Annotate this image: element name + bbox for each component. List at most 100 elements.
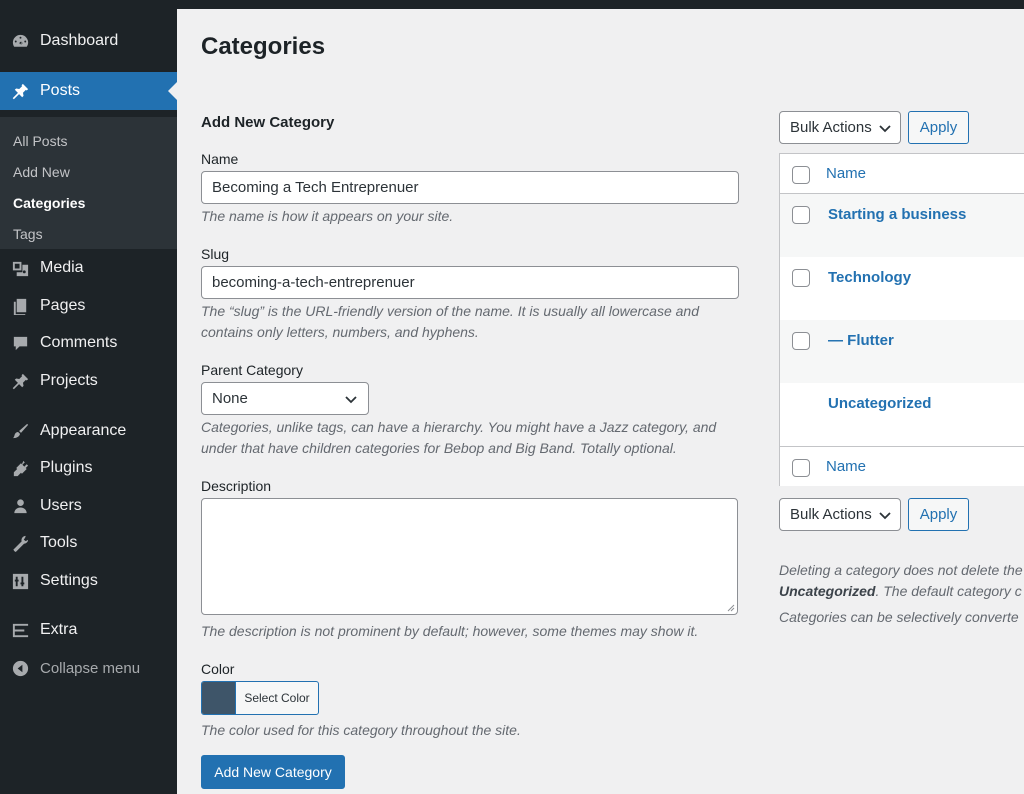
plugin-icon (10, 458, 30, 478)
table-row: Starting a business (780, 194, 1024, 257)
sidebar-item-comments[interactable]: Comments (0, 324, 177, 362)
sidebar-item-label: Settings (40, 572, 98, 589)
category-link[interactable]: Starting a business (828, 206, 966, 223)
sidebar-item-extra[interactable]: Extra (0, 611, 177, 649)
add-new-category-button[interactable]: Add New Category (201, 755, 345, 789)
collapse-menu-button[interactable]: Collapse menu (0, 649, 177, 687)
sidebar-item-users[interactable]: Users (0, 487, 177, 525)
default-category-name: Uncategorized (779, 583, 876, 599)
media-icon (10, 258, 30, 278)
sidebar-item-label: Projects (40, 372, 98, 389)
sidebar-item-projects[interactable]: Projects (0, 362, 177, 400)
sidebar-item-label: Tools (40, 534, 78, 551)
category-link[interactable]: — Flutter (828, 332, 894, 349)
column-header-name[interactable]: Name (826, 165, 866, 182)
row-checkbox[interactable] (792, 206, 810, 224)
sidebar-item-label: Dashboard (40, 32, 119, 49)
sidebar-item-label: Plugins (40, 459, 93, 476)
pin-icon (10, 81, 30, 101)
apply-button-top[interactable]: Apply (908, 111, 969, 144)
pages-icon (10, 296, 30, 316)
chevron-down-icon (879, 125, 891, 133)
category-slug-input[interactable] (201, 266, 739, 299)
admin-sidebar: Dashboard Posts All Posts Add New Catego… (0, 9, 177, 794)
sidebar-item-posts[interactable]: Posts (0, 72, 177, 110)
chevron-down-icon (879, 512, 891, 520)
category-name-input[interactable] (201, 171, 739, 204)
sidebar-item-tools[interactable]: Tools (0, 524, 177, 562)
select-all-checkbox[interactable] (792, 166, 810, 184)
collapse-icon (10, 658, 30, 678)
submenu-add-new[interactable]: Add New (13, 164, 70, 180)
table-row: Uncategorized (780, 383, 1024, 446)
add-category-heading: Add New Category (201, 114, 335, 131)
color-swatch (202, 682, 236, 714)
settings-icon (10, 571, 30, 591)
dashboard-icon (10, 31, 30, 51)
wrench-icon (10, 533, 30, 553)
slug-label: Slug (201, 246, 230, 262)
bulk-actions-select-bottom[interactable]: Bulk Actions (779, 498, 901, 531)
sidebar-item-label: Media (40, 259, 84, 276)
collapse-menu-label: Collapse menu (40, 659, 141, 677)
sidebar-item-pages[interactable]: Pages (0, 287, 177, 325)
sidebar-item-label: Posts (40, 82, 81, 99)
sidebar-item-label: Users (40, 497, 82, 514)
sidebar-item-label: Comments (40, 334, 118, 351)
parent-category-select[interactable]: None (201, 382, 369, 415)
delete-note-line-1: Deleting a category does not delete the (779, 562, 1023, 578)
color-label: Color (201, 661, 235, 677)
table-row: — Flutter (780, 320, 1024, 383)
extra-icon (10, 620, 30, 640)
category-link[interactable]: Technology (828, 269, 911, 286)
sidebar-item-appearance[interactable]: Appearance (0, 412, 177, 450)
submenu-tags[interactable]: Tags (13, 226, 43, 242)
sidebar-item-settings[interactable]: Settings (0, 562, 177, 600)
bulk-actions-label: Bulk Actions (790, 119, 872, 136)
submenu-categories[interactable]: Categories (13, 195, 85, 211)
table-header: Name (780, 154, 1024, 194)
delete-note-rest: . The default category c (875, 583, 1022, 599)
table-row: Technology (780, 257, 1024, 320)
select-all-checkbox[interactable] (792, 459, 810, 477)
posts-submenu: All Posts Add New Categories Tags (0, 117, 177, 249)
column-footer-name[interactable]: Name (826, 458, 866, 475)
active-indicator (168, 82, 177, 100)
user-icon (10, 496, 30, 516)
description-label: Description (201, 478, 272, 494)
comments-icon (10, 333, 30, 353)
submenu-all-posts[interactable]: All Posts (13, 133, 67, 149)
bulk-actions-select-top[interactable]: Bulk Actions (779, 111, 901, 144)
parent-category-value: None (212, 390, 248, 407)
category-description-textarea[interactable] (201, 498, 738, 615)
resize-handle-icon[interactable] (727, 604, 735, 612)
chevron-down-icon (345, 396, 357, 404)
row-checkbox[interactable] (792, 332, 810, 350)
convert-note: Categories can be selectively converte (779, 609, 1019, 625)
name-help-text: The name is how it appears on your site. (201, 208, 454, 224)
sidebar-item-dashboard[interactable]: Dashboard (0, 22, 177, 60)
category-link[interactable]: Uncategorized (828, 395, 931, 412)
brush-icon (10, 421, 30, 441)
sidebar-item-media[interactable]: Media (0, 249, 177, 287)
name-label: Name (201, 151, 239, 167)
delete-note-line-2: Uncategorized. The default category c (779, 581, 1024, 602)
color-help-text: The color used for this category through… (201, 722, 521, 738)
select-color-label: Select Color (244, 691, 310, 705)
admin-top-bar (0, 0, 1024, 9)
apply-button-bottom[interactable]: Apply (908, 498, 969, 531)
pin-icon (10, 371, 30, 391)
sidebar-item-label: Appearance (40, 422, 127, 439)
bulk-actions-label: Bulk Actions (790, 506, 872, 523)
parent-category-label: Parent Category (201, 362, 303, 378)
table-footer: Name (780, 446, 1024, 486)
sidebar-item-plugins[interactable]: Plugins (0, 449, 177, 487)
row-checkbox[interactable] (792, 269, 810, 287)
page-title: Categories (201, 33, 326, 60)
slug-help-text: The “slug” is the URL-friendly version o… (201, 303, 699, 340)
select-color-button[interactable]: Select Color (201, 681, 319, 715)
sidebar-item-label: Extra (40, 621, 78, 638)
sidebar-item-label: Pages (40, 297, 86, 314)
parent-help-text: Categories, unlike tags, can have a hier… (201, 419, 717, 456)
categories-table: Name Starting a business Technology — Fl… (779, 153, 1024, 486)
